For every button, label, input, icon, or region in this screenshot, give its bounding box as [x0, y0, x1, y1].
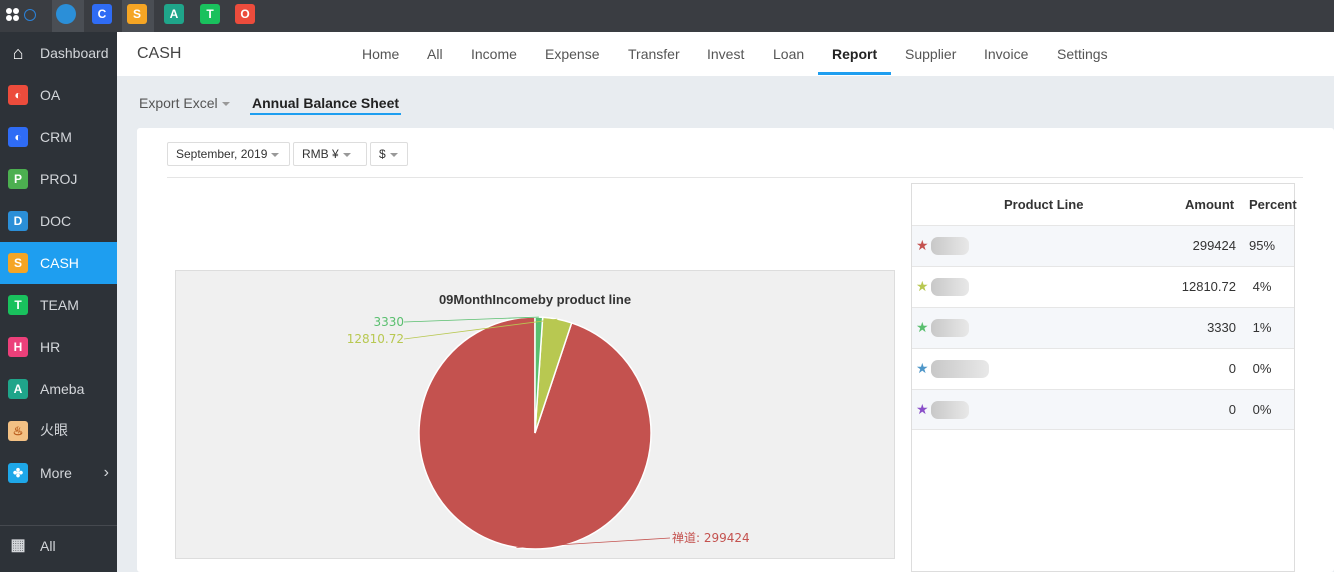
- sidebar-item-cash[interactable]: S CASH: [0, 242, 117, 284]
- slice-label: 12810.72: [347, 332, 404, 346]
- caret-down-icon: [342, 152, 351, 157]
- sidebar-item-all[interactable]: ▦ All: [0, 525, 117, 567]
- nav-home[interactable]: Home: [362, 32, 399, 76]
- pie-chart-container: 09MonthIncomeby product line 禅道: 299424 1…: [175, 270, 895, 559]
- team-icon: T: [8, 295, 28, 315]
- team-app-icon[interactable]: T: [200, 4, 220, 24]
- nav-all[interactable]: All: [427, 32, 443, 76]
- table-row[interactable]: ★ 0 0%: [912, 389, 1294, 430]
- caret-down-icon: [271, 152, 280, 157]
- crm-icon: ◐: [8, 127, 28, 147]
- nav-active-underline: [818, 72, 891, 75]
- redacted-product-name: [931, 237, 969, 255]
- oa-icon: ◐: [8, 85, 28, 105]
- currency-select[interactable]: RMB ¥: [293, 142, 367, 166]
- tab-annual-balance-sheet[interactable]: Annual Balance Sheet: [252, 95, 399, 111]
- more-icon: ✤: [8, 463, 28, 483]
- top-bar: C S A T O: [0, 0, 1334, 32]
- cash-icon: S: [8, 253, 28, 273]
- sidebar-item-fire-eye[interactable]: ♨ 火眼: [0, 410, 117, 452]
- ameba-app-icon[interactable]: A: [164, 4, 184, 24]
- chart-title: 09MonthIncomeby product line: [439, 292, 631, 307]
- caret-down-icon: [221, 102, 230, 107]
- sidebar-item-team[interactable]: T TEAM: [0, 284, 117, 326]
- sidebar-item-oa[interactable]: ◐ OA: [0, 74, 117, 116]
- star-icon: ★: [916, 401, 929, 417]
- crm-app-icon[interactable]: C: [92, 4, 112, 24]
- ameba-icon: A: [8, 379, 28, 399]
- slice-label: 3330: [373, 315, 404, 329]
- filter-divider: [167, 177, 1303, 178]
- table-row[interactable]: ★ 0 0%: [912, 348, 1294, 389]
- table-row[interactable]: ★ 299424 95%: [912, 225, 1294, 266]
- star-icon: ★: [916, 360, 929, 376]
- star-icon: ★: [916, 319, 929, 335]
- sidebar-item-proj[interactable]: P PROJ: [0, 158, 117, 200]
- sidebar-item-ameba[interactable]: A Ameba: [0, 368, 117, 410]
- fire-eye-icon: ♨: [8, 421, 28, 441]
- table-row[interactable]: ★ 3330 1%: [912, 307, 1294, 348]
- symbol-select[interactable]: $: [370, 142, 408, 166]
- header: CASH Home All Income Expense Transfer In…: [117, 32, 1334, 76]
- th-percent: Percent: [1249, 197, 1297, 212]
- chevron-right-icon: ›: [103, 464, 109, 481]
- ring-icon[interactable]: [24, 9, 36, 21]
- sidebar: ⌂ Dashboard ◐ OA ◐ CRM P PROJ D DOC S CA…: [0, 32, 117, 572]
- cash-app-icon[interactable]: S: [127, 4, 147, 24]
- subtab-underline: [250, 113, 401, 115]
- doc-icon: D: [8, 211, 28, 231]
- sidebar-item-hr[interactable]: H HR: [0, 326, 117, 368]
- nav-settings[interactable]: Settings: [1057, 32, 1108, 76]
- th-amount: Amount: [1185, 197, 1235, 212]
- month-select[interactable]: September, 2019: [167, 142, 290, 166]
- grid-icon: ▦: [10, 537, 26, 554]
- nav-expense[interactable]: Expense: [545, 32, 599, 76]
- redacted-product-name: [931, 401, 969, 419]
- star-icon: ★: [916, 237, 929, 253]
- caret-down-icon: [389, 152, 398, 157]
- nav-invest[interactable]: Invest: [707, 32, 744, 76]
- pie-chart: 09MonthIncomeby product line 禅道: 299424 1…: [347, 292, 750, 550]
- product-line-table: Product Line Amount Percent ★ 299424 95%…: [911, 183, 1297, 572]
- redacted-product-name: [931, 360, 989, 378]
- sidebar-item-doc[interactable]: D DOC: [0, 200, 117, 242]
- app-launcher-icon[interactable]: [6, 8, 20, 22]
- nav-report[interactable]: Report: [832, 32, 877, 76]
- sidebar-item-crm[interactable]: ◐ CRM: [0, 116, 117, 158]
- hr-icon: H: [8, 337, 28, 357]
- home-icon: ⌂: [12, 43, 24, 63]
- app-title: CASH: [137, 45, 182, 62]
- sidebar-item-more[interactable]: ✤ More ›: [0, 452, 117, 494]
- nav-transfer[interactable]: Transfer: [628, 32, 680, 76]
- nav-invoice[interactable]: Invoice: [984, 32, 1028, 76]
- slice-label: 禅道: 299424: [672, 531, 750, 545]
- star-icon: ★: [916, 278, 929, 294]
- nav-supplier[interactable]: Supplier: [905, 32, 956, 76]
- sidebar-item-dashboard[interactable]: ⌂ Dashboard: [0, 32, 117, 74]
- export-excel-dropdown[interactable]: Export Excel: [139, 95, 230, 111]
- table-row[interactable]: ★ 12810.72 4%: [912, 266, 1294, 307]
- proj-icon: P: [8, 169, 28, 189]
- th-product-line: Product Line: [1004, 197, 1084, 212]
- oa-app-icon[interactable]: O: [235, 4, 255, 24]
- nav-loan[interactable]: Loan: [773, 32, 804, 76]
- globe-app-icon[interactable]: [56, 4, 76, 24]
- nav-income[interactable]: Income: [471, 32, 517, 76]
- redacted-product-name: [931, 319, 969, 337]
- redacted-product-name: [931, 278, 969, 296]
